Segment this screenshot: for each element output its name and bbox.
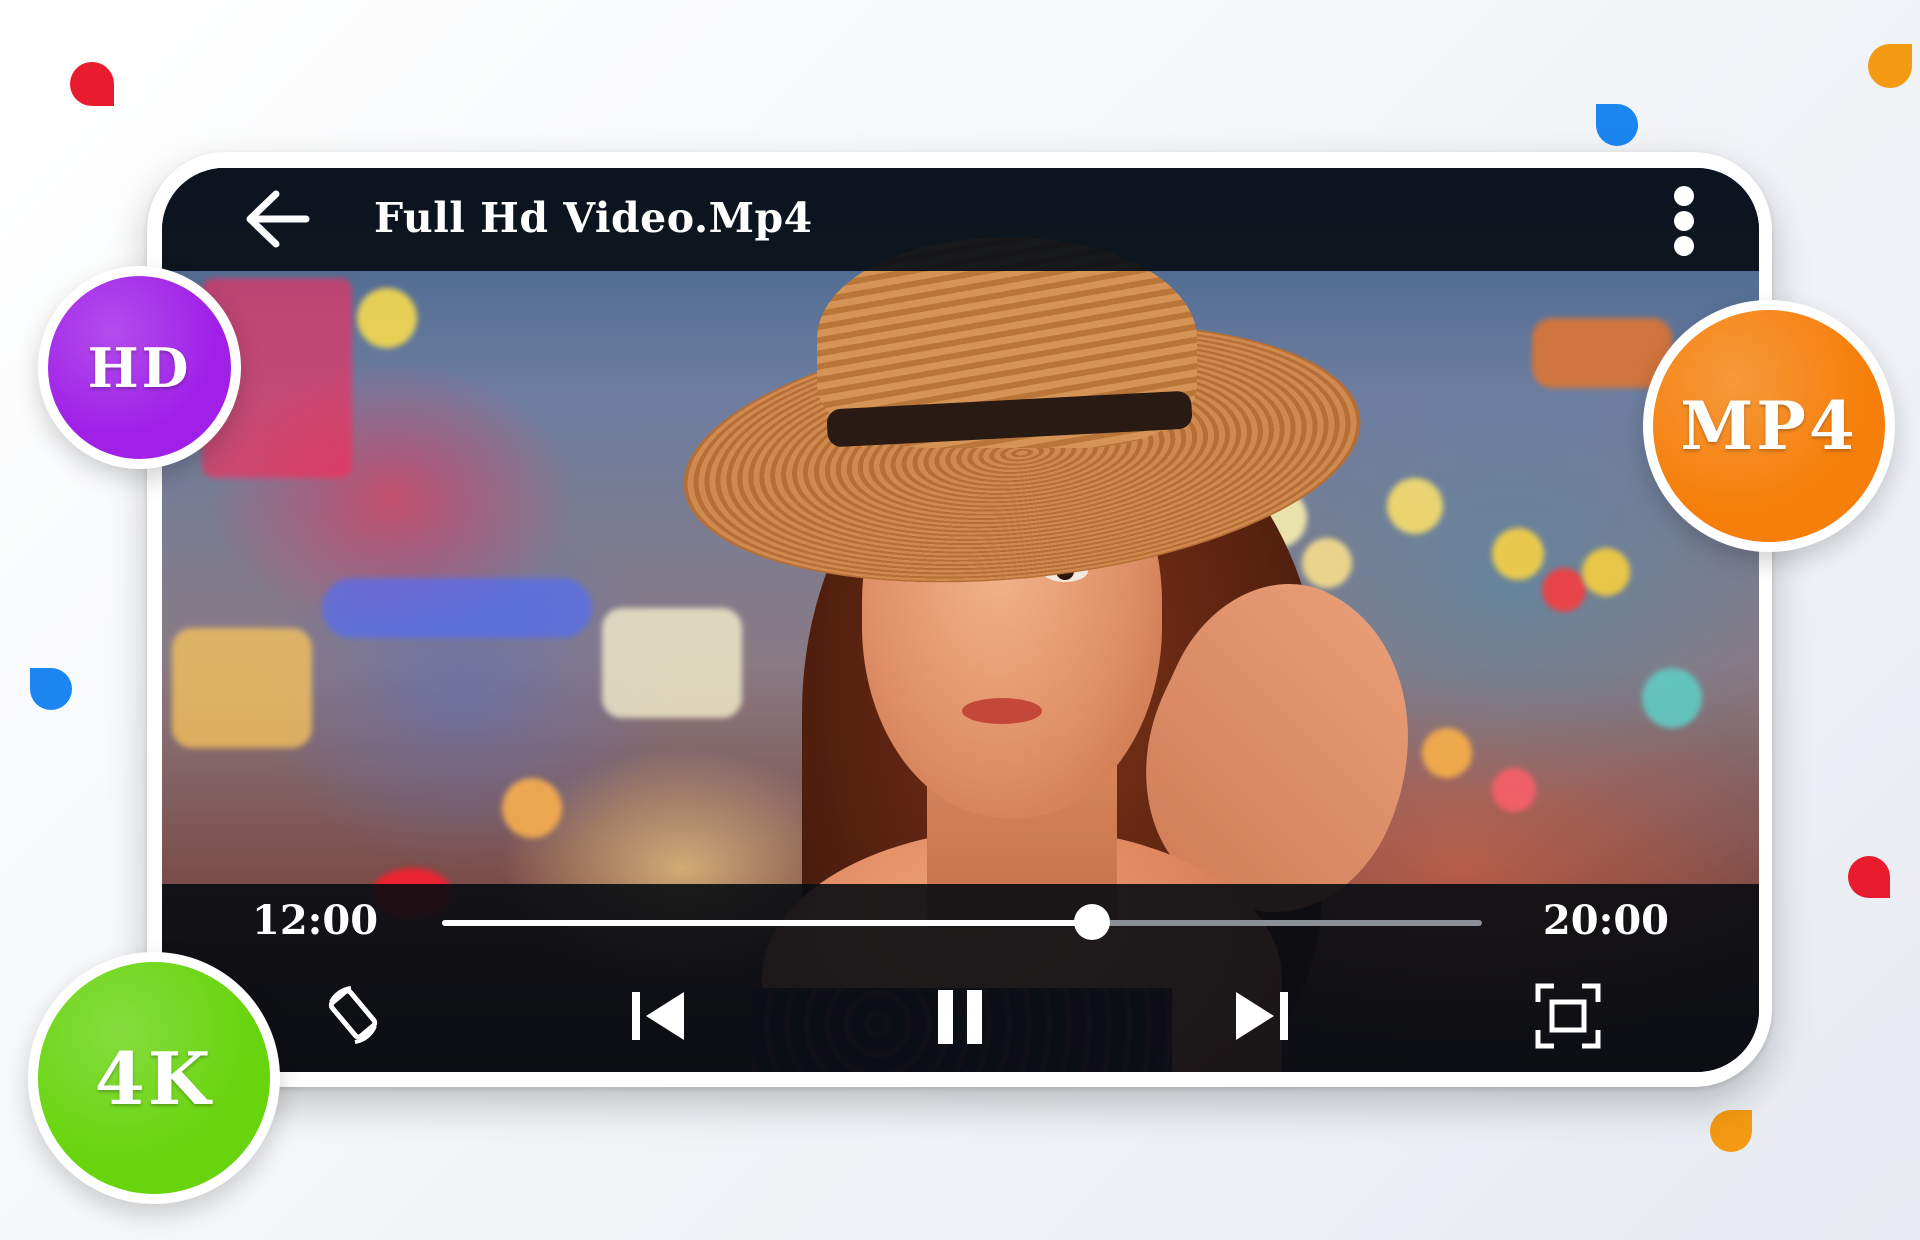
current-time: 12:00 bbox=[252, 897, 379, 944]
mp4-badge-label: MP4 bbox=[1653, 310, 1885, 542]
video-player: Full Hd Video.Mp4 12:00 20:00 bbox=[162, 168, 1759, 1072]
confetti-drop bbox=[1710, 1110, 1752, 1152]
fullscreen-button[interactable] bbox=[1532, 980, 1604, 1052]
hd-badge-label: HD bbox=[48, 276, 231, 459]
arrow-left-icon bbox=[246, 190, 310, 248]
player-controls: 12:00 20:00 bbox=[162, 884, 1759, 1072]
bokeh-light bbox=[172, 628, 312, 748]
bokeh-light bbox=[357, 288, 417, 348]
video-title: Full Hd Video.Mp4 bbox=[374, 194, 813, 242]
next-button[interactable] bbox=[1228, 980, 1300, 1052]
screen-rotation-icon bbox=[328, 986, 378, 1044]
subject-lips bbox=[962, 698, 1042, 724]
pause-icon bbox=[938, 990, 982, 1044]
bokeh-light bbox=[322, 578, 592, 638]
confetti-drop bbox=[30, 668, 72, 710]
bokeh-light bbox=[1387, 478, 1443, 534]
4k-badge-label: 4K bbox=[38, 962, 270, 1194]
fullscreen-icon bbox=[1535, 983, 1601, 1049]
skip-previous-icon bbox=[632, 992, 684, 1040]
total-time: 20:00 bbox=[1542, 897, 1669, 944]
pause-button[interactable] bbox=[924, 980, 996, 1052]
confetti-drop bbox=[1596, 104, 1638, 146]
4k-badge: 4K bbox=[28, 952, 280, 1204]
rotate-screen-button[interactable] bbox=[317, 980, 389, 1052]
seek-bar-progress bbox=[442, 920, 1092, 926]
bokeh-light bbox=[1542, 568, 1586, 612]
previous-button[interactable] bbox=[620, 980, 692, 1052]
more-vertical-icon bbox=[1669, 186, 1699, 256]
hd-badge: HD bbox=[38, 266, 241, 469]
bokeh-light bbox=[1642, 668, 1702, 728]
confetti-drop bbox=[1868, 44, 1912, 88]
bokeh-light bbox=[1492, 528, 1544, 580]
player-top-bar: Full Hd Video.Mp4 bbox=[162, 168, 1759, 271]
confetti-drop bbox=[70, 62, 114, 106]
bokeh-light bbox=[1422, 728, 1472, 778]
bokeh-light bbox=[1492, 768, 1536, 812]
bokeh-light bbox=[502, 778, 562, 838]
bokeh-light bbox=[602, 608, 742, 718]
more-options-button[interactable] bbox=[1669, 186, 1699, 258]
bokeh-light bbox=[1532, 318, 1672, 388]
skip-next-icon bbox=[1236, 992, 1288, 1040]
bokeh-light bbox=[1582, 548, 1630, 596]
confetti-drop bbox=[1848, 856, 1890, 898]
seek-bar-thumb[interactable] bbox=[1074, 904, 1110, 940]
bokeh-light bbox=[1302, 538, 1352, 588]
seek-bar[interactable] bbox=[442, 904, 1482, 940]
mp4-badge: MP4 bbox=[1643, 300, 1895, 552]
back-button[interactable] bbox=[242, 186, 312, 252]
